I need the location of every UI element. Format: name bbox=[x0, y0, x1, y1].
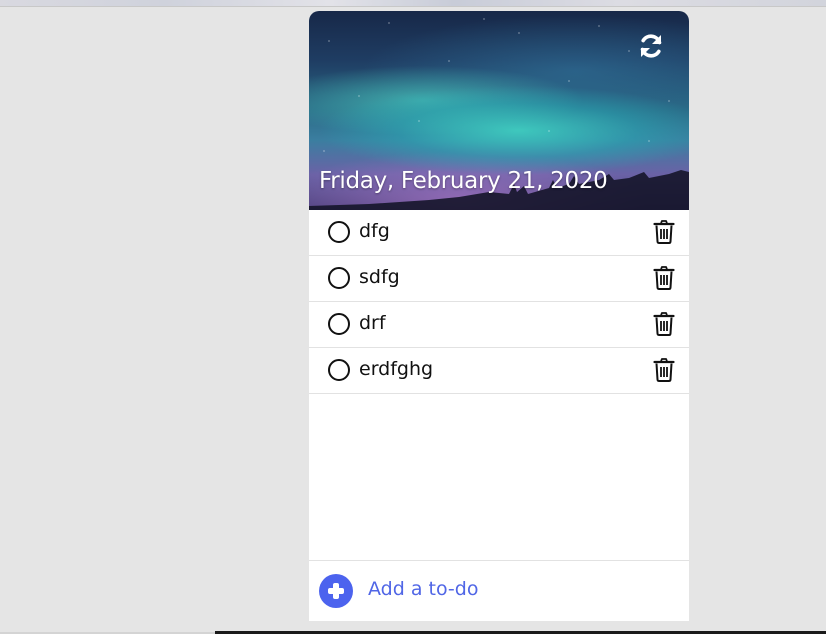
add-todo-bar: Add a to-do bbox=[309, 560, 689, 621]
date-title: Friday, February 21, 2020 bbox=[319, 168, 608, 194]
refresh-icon bbox=[640, 34, 662, 58]
trash-icon[interactable] bbox=[653, 358, 675, 382]
todo-card: Friday, February 21, 2020 dfg sdfg drf e… bbox=[309, 11, 689, 621]
trash-icon[interactable] bbox=[653, 312, 675, 336]
todo-text: dfg bbox=[359, 220, 390, 242]
complete-checkbox[interactable] bbox=[328, 313, 350, 335]
add-todo-button[interactable]: Add a to-do bbox=[368, 578, 478, 600]
plus-circle-icon[interactable] bbox=[319, 574, 353, 608]
todo-item: dfg bbox=[309, 210, 689, 256]
todo-item: drf bbox=[309, 302, 689, 348]
complete-checkbox[interactable] bbox=[328, 221, 350, 243]
trash-icon[interactable] bbox=[653, 266, 675, 290]
todo-item: erdfghg bbox=[309, 348, 689, 394]
refresh-button[interactable] bbox=[636, 31, 666, 61]
todo-list: dfg sdfg drf erdfghg bbox=[309, 210, 689, 394]
complete-checkbox[interactable] bbox=[328, 359, 350, 381]
todo-text: drf bbox=[359, 312, 386, 334]
todo-text: erdfghg bbox=[359, 358, 434, 380]
top-divider bbox=[0, 6, 826, 7]
todo-text: sdfg bbox=[359, 266, 400, 288]
todo-item: sdfg bbox=[309, 256, 689, 302]
card-header: Friday, February 21, 2020 bbox=[309, 11, 689, 210]
trash-icon[interactable] bbox=[653, 220, 675, 244]
complete-checkbox[interactable] bbox=[328, 267, 350, 289]
